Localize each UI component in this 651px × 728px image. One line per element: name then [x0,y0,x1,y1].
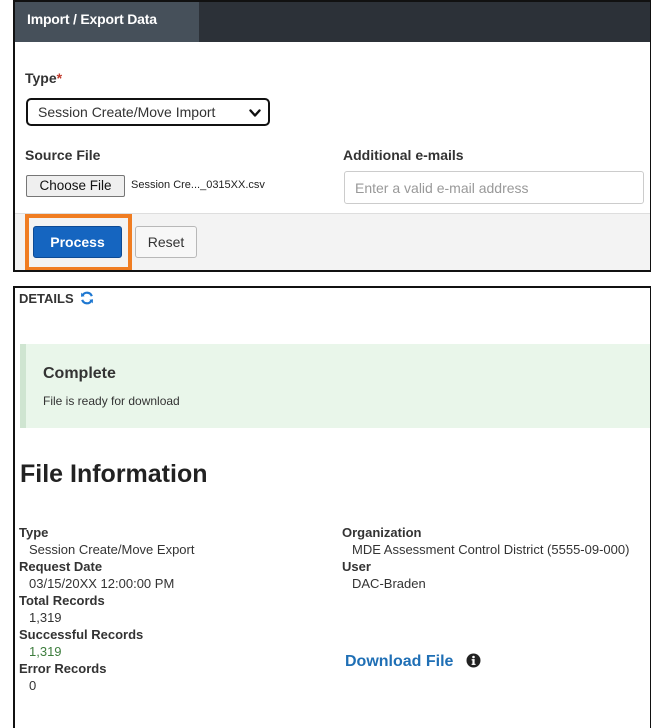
download-file-label[interactable]: Download File [345,653,453,670]
refresh-icon[interactable] [80,291,94,305]
field-label-request-date: Request Date [19,559,103,574]
status-message: File is ready for download [43,394,180,408]
status-alert: Complete File is ready for download [20,344,650,428]
additional-emails-input[interactable]: Enter a valid e-mail address [344,171,644,204]
field-label-organization: Organization [342,525,422,540]
details-heading: DETAILS [19,291,94,306]
field-label-type: Type [19,525,49,540]
file-info-left-column: Type Session Create/Move Export Request … [19,524,319,694]
type-label: Type* [25,70,62,86]
import-export-panel: Import / Export Data Type* Session Creat… [13,0,651,272]
field-value-error-records: 0 [29,678,37,693]
file-info-right-column: Organization MDE Assessment Control Dist… [342,524,647,592]
field-value-total-records: 1,319 [29,610,62,625]
field-value-request-date: 03/15/20XX 12:00:00 PM [29,576,175,591]
file-information-title: File Information [20,460,208,488]
type-select-value: Session Create/Move Import [38,104,216,120]
reset-button[interactable]: Reset [135,226,197,258]
status-title: Complete [43,365,116,382]
field-label-total-records: Total Records [19,593,105,608]
tab-import-export[interactable]: Import / Export Data [15,2,199,42]
type-select[interactable]: Session Create/Move Import [26,98,270,126]
panel-header: Import / Export Data [15,2,650,42]
field-value-successful-records: 1,319 [29,644,62,659]
field-label-user: User [342,559,371,574]
field-value-type: Session Create/Move Export [29,542,195,557]
field-label-successful-records: Successful Records [19,627,144,642]
field-value-user: DAC-Braden [352,576,426,591]
details-heading-text: DETAILS [19,291,74,306]
download-file-link[interactable]: Download File [345,653,481,671]
choose-file-button[interactable]: Choose File [26,175,125,197]
required-marker: * [56,70,63,86]
chevron-down-icon [249,109,261,117]
field-value-organization: MDE Assessment Control District (5555-09… [352,542,630,557]
type-label-text: Type [25,70,57,86]
field-label-error-records: Error Records [19,661,107,676]
source-file-label: Source File [25,147,101,163]
selected-file-name: Session Cre..._0315XX.csv [131,179,265,191]
additional-emails-label: Additional e-mails [343,147,464,163]
process-button[interactable]: Process [33,226,122,258]
info-icon[interactable] [466,653,481,668]
details-panel: DETAILS Complete File is ready for downl… [13,286,651,728]
